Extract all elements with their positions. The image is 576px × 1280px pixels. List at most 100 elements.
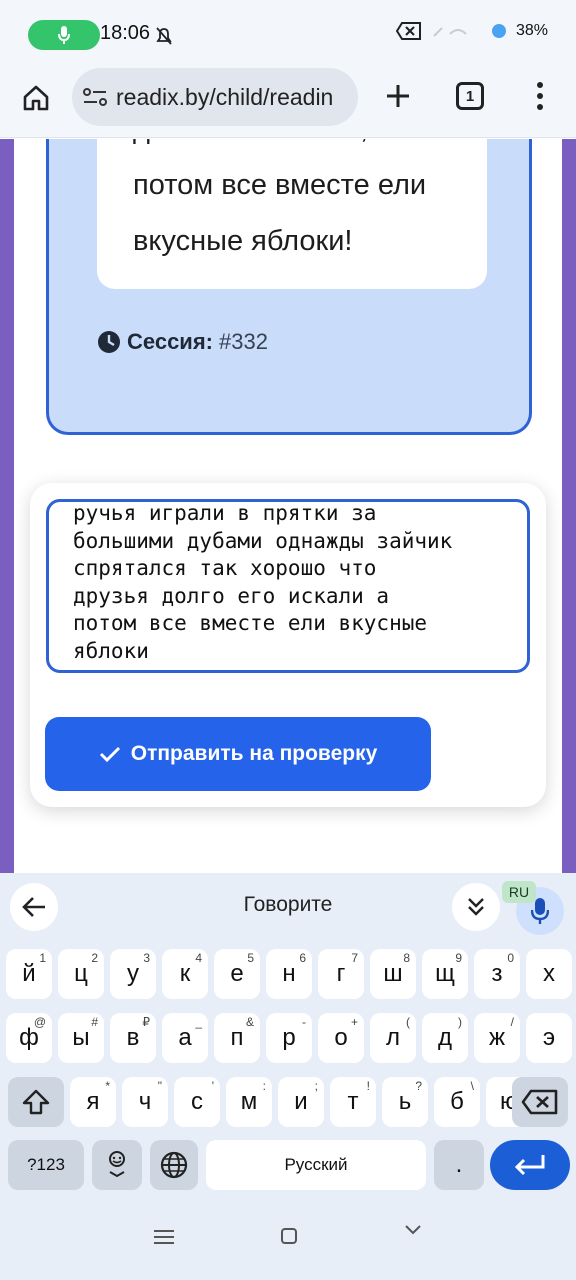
key-label: н [282, 960, 296, 987]
session-info: Сессия: #332 [97, 329, 268, 355]
key-label: ч [138, 1088, 152, 1115]
key-р[interactable]: р- [266, 1013, 312, 1063]
key-hint: ? [415, 1079, 422, 1093]
key-м[interactable]: м: [226, 1077, 272, 1127]
key-б[interactable]: б \ [434, 1077, 480, 1127]
key-ш[interactable]: ш8 [370, 949, 416, 999]
key-п[interactable]: п & [214, 1013, 260, 1063]
new-tab-button[interactable] [378, 76, 418, 116]
key-т[interactable]: т! [330, 1077, 376, 1127]
site-settings-icon[interactable] [82, 86, 108, 108]
key-е[interactable]: е5 [214, 949, 260, 999]
address-bar[interactable]: readix.by/child/readin [72, 68, 358, 126]
globe-icon [160, 1151, 188, 1179]
emoji-key[interactable] [92, 1140, 142, 1190]
key-hint: 7 [351, 951, 358, 965]
key-а[interactable]: а _ [162, 1013, 208, 1063]
symbols-key[interactable]: ?123 [8, 1140, 84, 1190]
key-й[interactable]: й1 [6, 949, 52, 999]
signal-wifi-icon [433, 27, 467, 37]
key-э[interactable]: э [526, 1013, 572, 1063]
space-key[interactable]: Русский [206, 1140, 426, 1190]
key-и[interactable]: и; [278, 1077, 324, 1127]
answer-textarea[interactable]: ручья играли в прятки за большими дубами… [46, 499, 530, 673]
bell-muted-icon [156, 27, 172, 45]
key-к[interactable]: к4 [162, 949, 208, 999]
submit-label: Отправить на проверку [130, 742, 378, 765]
url-text: readix.by/child/readin [116, 83, 334, 110]
language-switch-key[interactable] [150, 1140, 198, 1190]
session-number: #332 [219, 329, 268, 354]
key-label: а [178, 1024, 192, 1051]
key-х[interactable]: х [526, 949, 572, 999]
key-label: о [334, 1024, 348, 1051]
mic-icon [58, 26, 70, 44]
key-ь[interactable]: ь? [382, 1077, 428, 1127]
language-badge: RU [502, 881, 536, 903]
status-right: 38% [395, 22, 548, 40]
key-hint: 9 [455, 951, 462, 965]
tab-switcher-button[interactable]: 1 [456, 82, 484, 110]
key-label: щ [435, 960, 455, 987]
backspace-key[interactable] [512, 1077, 568, 1127]
key-ы[interactable]: ы # [58, 1013, 104, 1063]
key-у[interactable]: у3 [110, 949, 156, 999]
key-в[interactable]: в ₽ [110, 1013, 156, 1063]
more-menu-button[interactable] [528, 76, 552, 116]
home-button[interactable] [16, 78, 56, 118]
key-hint: 6 [299, 951, 306, 965]
key-label: и [294, 1088, 308, 1115]
key-label: в [126, 1024, 140, 1051]
chevron-down-icon[interactable] [404, 1224, 422, 1236]
key-я[interactable]: я * [70, 1077, 116, 1127]
shift-icon [22, 1089, 50, 1115]
checkmark-icon [99, 746, 120, 763]
voice-input-bar: Говорите RU [0, 873, 576, 939]
submit-button[interactable]: Отправить на проверку [45, 717, 431, 791]
key-hint: ₽ [142, 1015, 150, 1029]
key-н[interactable]: н6 [266, 949, 312, 999]
recent-apps-button[interactable] [154, 1230, 174, 1244]
key-ц[interactable]: ц2 [58, 949, 104, 999]
enter-key[interactable] [490, 1140, 570, 1190]
key-hint: ) [458, 1015, 462, 1029]
key-label: ь [398, 1088, 412, 1115]
home-nav-button[interactable] [281, 1228, 297, 1244]
clock-icon [98, 331, 120, 353]
key-hint: & [245, 1015, 254, 1029]
key-г[interactable]: г7 [318, 949, 364, 999]
key-hint: 3 [143, 951, 150, 965]
key-о[interactable]: о + [318, 1013, 364, 1063]
key-hint: ( [406, 1015, 410, 1029]
key-ф[interactable]: ф @ [6, 1013, 52, 1063]
key-д[interactable]: д) [422, 1013, 468, 1063]
key-з[interactable]: з0 [474, 949, 520, 999]
key-label: к [179, 960, 191, 987]
page-background: долго его искали, а потом все вместе ели… [0, 139, 576, 873]
key-с[interactable]: с ' [174, 1077, 220, 1127]
key-label: э [542, 1024, 556, 1051]
line-icon [154, 1236, 174, 1238]
key-label: з [491, 960, 503, 987]
key-л[interactable]: л( [370, 1013, 416, 1063]
arrow-left-icon [22, 897, 45, 917]
key-hint: ' [211, 1079, 214, 1093]
shift-key[interactable] [8, 1077, 64, 1127]
collapse-button[interactable] [452, 883, 500, 931]
key-ж[interactable]: ж / [474, 1013, 520, 1063]
key-label: х [543, 960, 555, 987]
key-label: с [191, 1088, 203, 1115]
key-hint: 2 [91, 951, 98, 965]
key-ч[interactable]: ч " [122, 1077, 168, 1127]
key-hint: - [302, 1015, 306, 1029]
key-label: д [437, 1024, 452, 1051]
key-label: п [230, 1024, 244, 1051]
battery-percent: 38% [515, 22, 548, 39]
key-hint: \ [470, 1079, 474, 1093]
key-щ[interactable]: щ9 [422, 949, 468, 999]
keyboard-back-button[interactable] [10, 883, 58, 931]
key-hint: 5 [247, 951, 254, 965]
story-card: долго его искали, а потом все вместе ели… [46, 139, 532, 435]
key-hint: 4 [195, 951, 202, 965]
period-key[interactable]: . [434, 1140, 484, 1190]
